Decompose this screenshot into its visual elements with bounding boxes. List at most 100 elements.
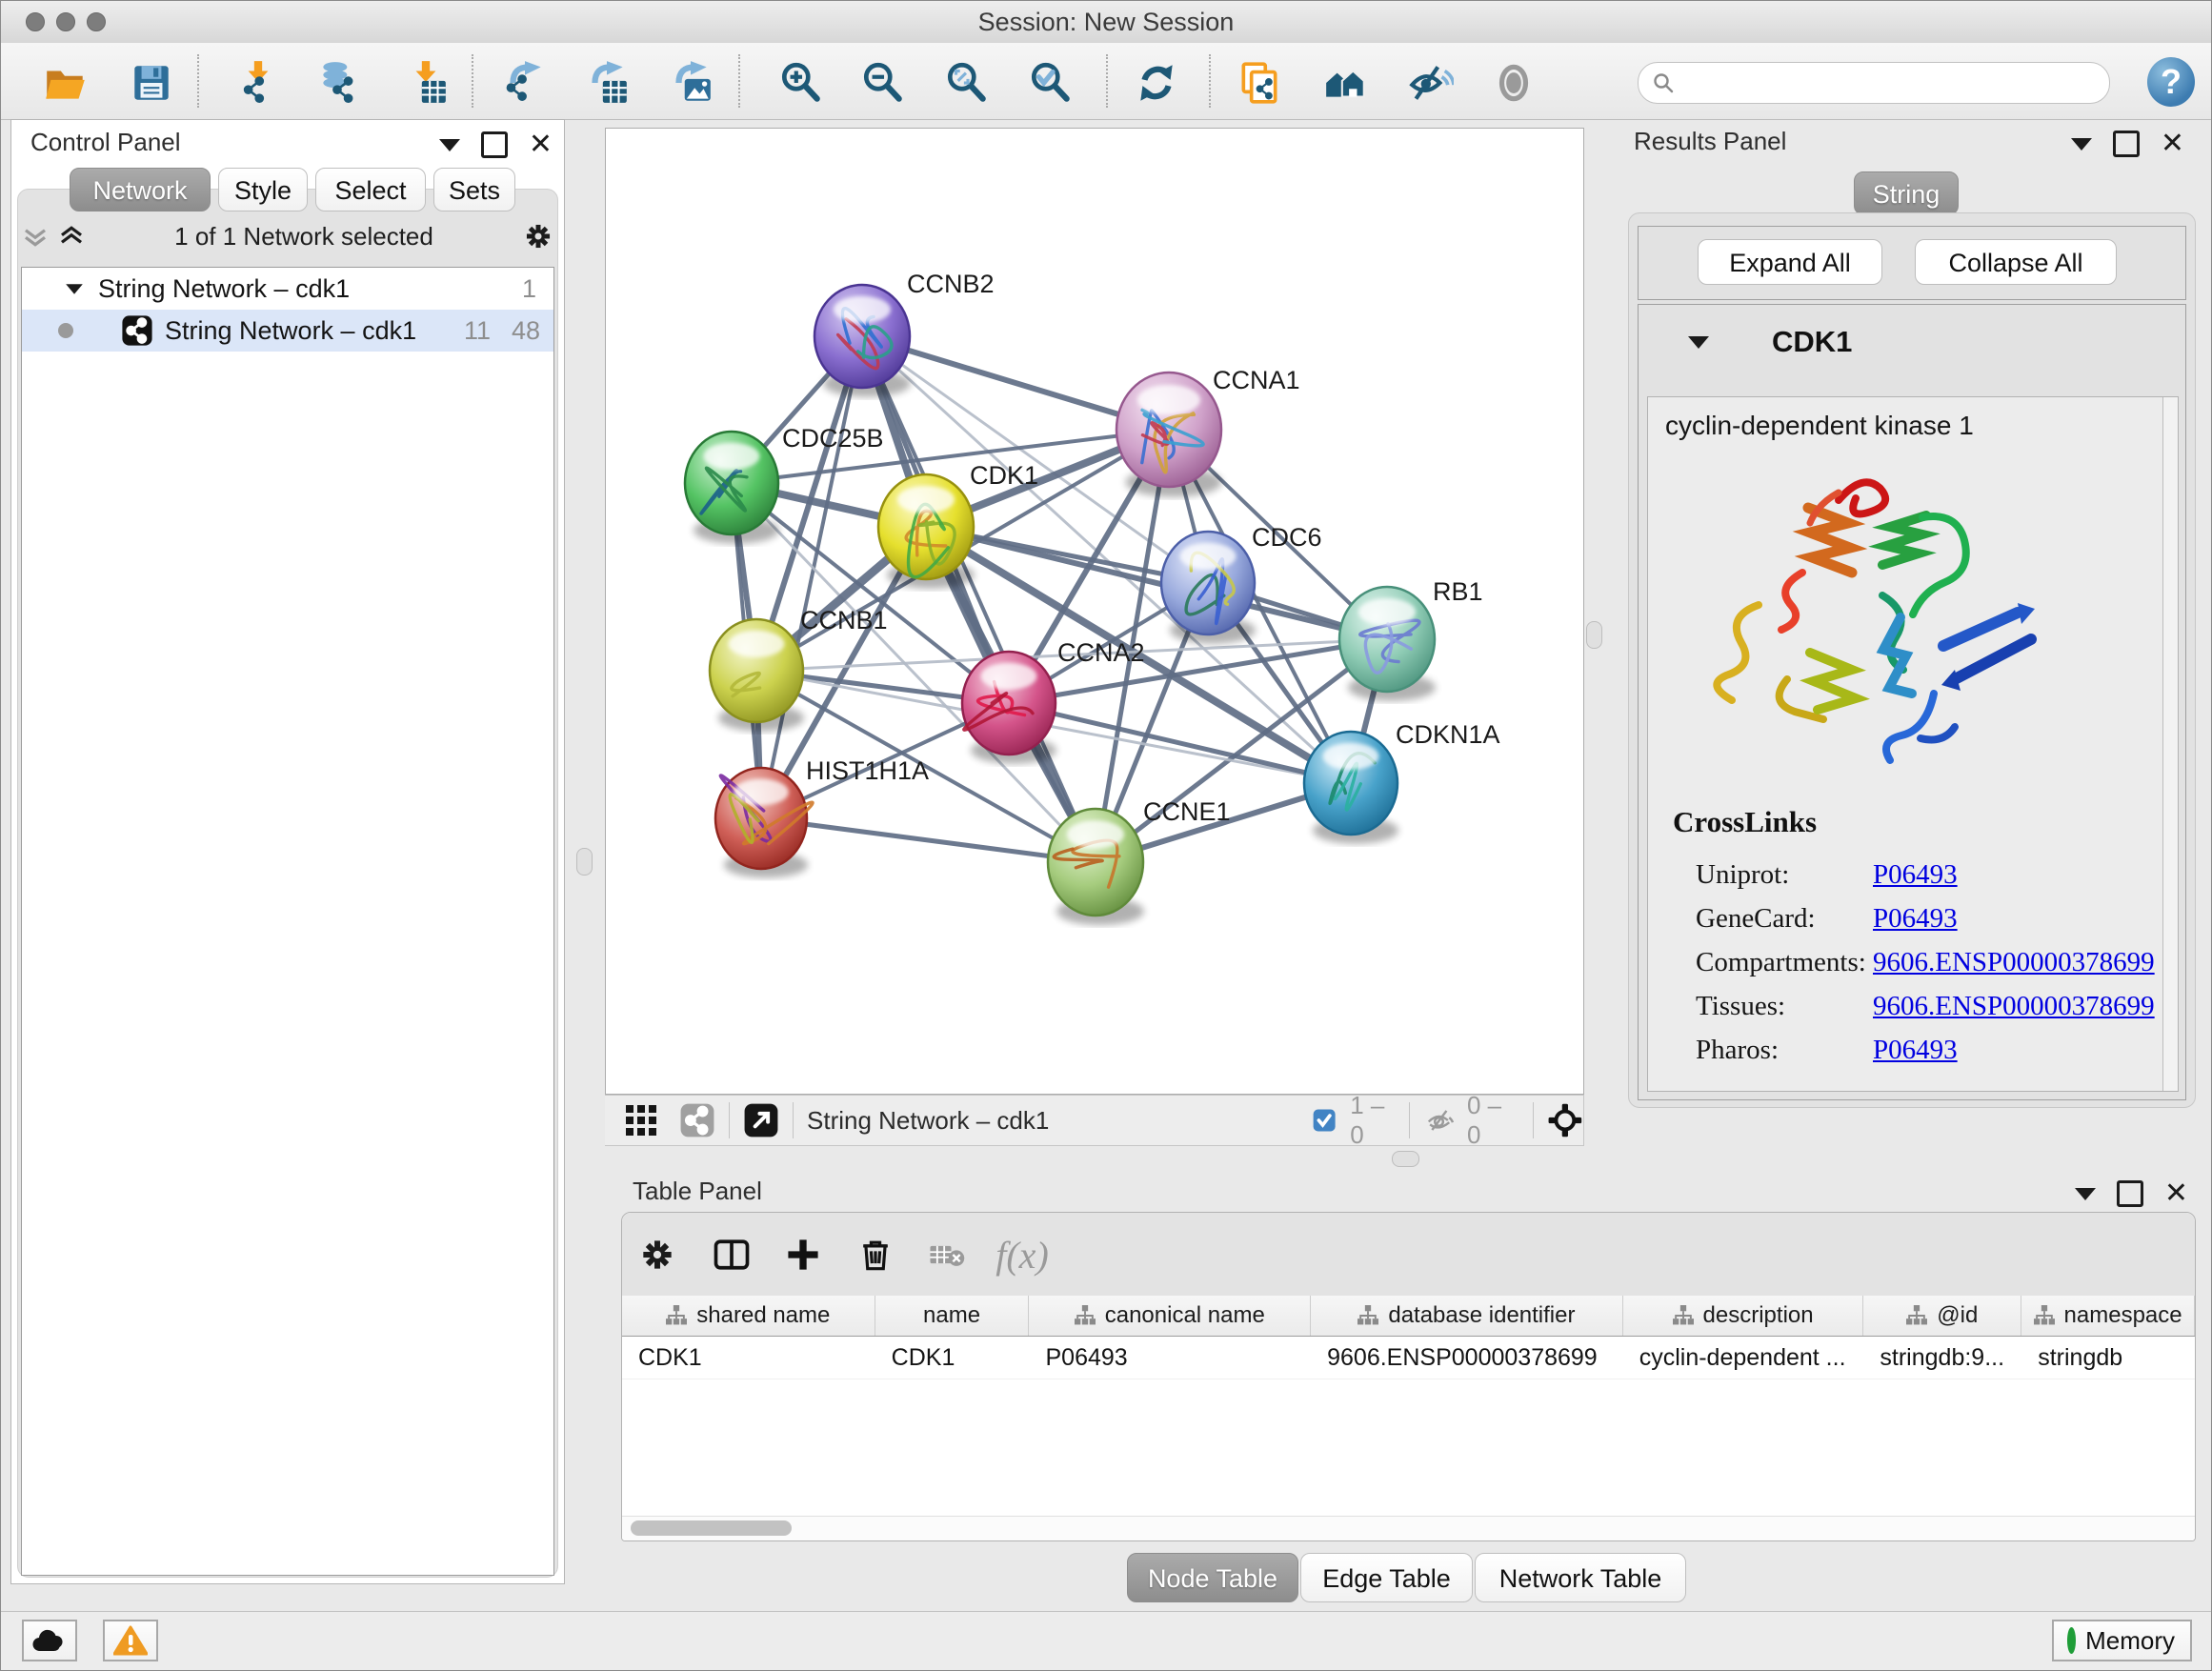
cloud-status-button[interactable]: [22, 1620, 77, 1661]
birds-eye-view-icon[interactable]: [679, 1102, 715, 1138]
expand-all-button[interactable]: Expand All: [1698, 239, 1882, 285]
export-table-button[interactable]: [581, 57, 633, 109]
tab-network-table[interactable]: Network Table: [1475, 1553, 1686, 1602]
fit-content-crosshair-icon[interactable]: [1547, 1098, 1583, 1142]
node-CDK1[interactable]: CDK1: [878, 461, 1038, 589]
function-builder-button[interactable]: f(x): [999, 1232, 1045, 1278]
scrollbar-thumb[interactable]: [631, 1520, 792, 1536]
node-label-CDC25B: CDC25B: [782, 424, 884, 453]
show-graphics-details-button[interactable]: [1488, 57, 1539, 109]
cell-description[interactable]: cyclin-dependent ...: [1623, 1337, 1864, 1379]
zoom-in-button[interactable]: [775, 57, 827, 109]
tab-sets[interactable]: Sets: [433, 168, 515, 211]
crosslink-link[interactable]: P06493: [1873, 859, 1958, 891]
entry-collapse-icon[interactable]: [1688, 336, 1709, 349]
panel-close-icon[interactable]: ✕: [529, 134, 553, 155]
collapse-all-button[interactable]: Collapse All: [1915, 239, 2117, 285]
grid-view-icon[interactable]: [624, 1103, 658, 1137]
gear-button[interactable]: [634, 1232, 680, 1278]
column-header-namespace[interactable]: namespace: [2021, 1296, 2195, 1336]
horizontal-splitter-handle[interactable]: [1392, 1151, 1419, 1167]
crosslink-link[interactable]: P06493: [1873, 903, 1958, 935]
cell-shared-name[interactable]: CDK1: [622, 1337, 875, 1379]
column-header--id[interactable]: @id: [1863, 1296, 2021, 1336]
tab-edge-table[interactable]: Edge Table: [1300, 1553, 1473, 1602]
node-RB1[interactable]: RB1: [1339, 577, 1483, 701]
node-CCNB1[interactable]: CCNB1: [710, 606, 888, 732]
tab-network[interactable]: Network: [70, 168, 211, 211]
edge-HIST1H1A-CCNE1[interactable]: [761, 818, 1096, 862]
expand-all-networks-icon[interactable]: [57, 222, 86, 251]
tab-style[interactable]: Style: [218, 168, 308, 211]
tab-select[interactable]: Select: [315, 168, 426, 211]
cell-namespace[interactable]: stringdb: [2021, 1337, 2195, 1379]
right-splitter-handle[interactable]: [1586, 621, 1602, 649]
cell-canonical-name[interactable]: P06493: [1029, 1337, 1311, 1379]
crosslink-link[interactable]: 9606.ENSP00000378699: [1873, 947, 2155, 978]
tab-node-table[interactable]: Node Table: [1127, 1553, 1298, 1602]
zoom-out-button[interactable]: [857, 57, 909, 109]
column-header-name[interactable]: name: [875, 1296, 1030, 1336]
refresh-button[interactable]: [1131, 57, 1182, 109]
node-HIST1H1A[interactable]: HIST1H1A: [715, 756, 929, 878]
delete-column-button[interactable]: [853, 1232, 898, 1278]
table-horizontal-scrollbar[interactable]: [622, 1516, 2195, 1540]
edge-CCNB2-HIST1H1A[interactable]: [761, 336, 862, 818]
panel-float-icon[interactable]: [2117, 1180, 2143, 1207]
export-network-button[interactable]: [499, 57, 551, 109]
detach-view-icon[interactable]: [743, 1102, 779, 1138]
node-CDKN1A[interactable]: CDKN1A: [1304, 720, 1500, 844]
node-CCNA1[interactable]: CCNA1: [1116, 366, 1300, 497]
import-table-button[interactable]: [400, 57, 452, 109]
panel-menu-icon[interactable]: [2075, 1188, 2096, 1200]
split-columns-button[interactable]: [709, 1232, 754, 1278]
collapse-all-networks-icon[interactable]: [21, 222, 50, 251]
node-CDC6[interactable]: CDC6: [1161, 523, 1322, 644]
selected-checkbox-icon[interactable]: [1312, 1105, 1337, 1136]
panel-close-icon[interactable]: ✕: [2164, 1183, 2188, 1204]
help-button[interactable]: ?: [2147, 57, 2195, 107]
network-row-selected[interactable]: String Network – cdk1 11 48: [22, 310, 553, 352]
node-CCNB2[interactable]: CCNB2: [814, 270, 995, 397]
panel-close-icon[interactable]: ✕: [2161, 133, 2184, 154]
table-row[interactable]: CDK1CDK1P064939606.ENSP00000378699cyclin…: [622, 1337, 2195, 1379]
network-snapshot-button[interactable]: [1234, 57, 1285, 109]
import-database-button[interactable]: [313, 57, 365, 109]
add-column-button[interactable]: [780, 1232, 826, 1278]
warning-status-button[interactable]: [103, 1620, 158, 1661]
collection-expand-icon[interactable]: [66, 284, 83, 293]
panel-menu-icon[interactable]: [439, 139, 460, 151]
tab-string[interactable]: String: [1854, 171, 1959, 215]
crosslink-link[interactable]: 9606.ENSP00000378699: [1873, 991, 2155, 1022]
network-canvas[interactable]: CCNB2 CCNA1 CDC25B CDK1 CDC6 RB1 CCNB1: [605, 128, 1584, 1095]
network-collection-row[interactable]: String Network – cdk1 1: [22, 268, 553, 310]
column-header-description[interactable]: description: [1623, 1296, 1864, 1336]
panel-float-icon[interactable]: [481, 131, 508, 158]
zoom-selected-button[interactable]: [1025, 57, 1076, 109]
cell-database-identifier[interactable]: 9606.ENSP00000378699: [1311, 1337, 1623, 1379]
delete-table-button[interactable]: [923, 1232, 969, 1278]
save-session-button[interactable]: [126, 57, 177, 109]
panel-float-icon[interactable]: [2113, 131, 2140, 157]
column-header-database-identifier[interactable]: database identifier: [1311, 1296, 1623, 1336]
panel-menu-icon[interactable]: [2071, 138, 2092, 151]
open-session-button[interactable]: [40, 57, 91, 109]
column-header-shared-name[interactable]: shared name: [622, 1296, 875, 1336]
cell-name[interactable]: CDK1: [875, 1337, 1030, 1379]
search-input[interactable]: [1675, 70, 2109, 96]
zoom-fit-button[interactable]: [941, 57, 993, 109]
crosslink-link[interactable]: P06493: [1873, 1035, 1958, 1066]
column-header-canonical-name[interactable]: canonical name: [1029, 1296, 1311, 1336]
export-image-button[interactable]: [665, 57, 716, 109]
cell--id[interactable]: stringdb:9...: [1863, 1337, 2021, 1379]
network-graph[interactable]: CCNB2 CCNA1 CDC25B CDK1 CDC6 RB1 CCNB1: [606, 129, 1583, 1094]
network-options-gear-icon[interactable]: [522, 220, 554, 252]
memory-button[interactable]: Memory: [2052, 1620, 2192, 1661]
import-network-button[interactable]: [232, 57, 284, 109]
search-box[interactable]: [1638, 62, 2110, 104]
hide-graphics-details-button[interactable]: [1404, 57, 1456, 109]
left-splitter-handle[interactable]: [576, 848, 593, 876]
node-CCNE1[interactable]: CCNE1: [1048, 797, 1231, 925]
first-neighbors-button[interactable]: [1320, 57, 1372, 109]
results-scrollbar[interactable]: [2162, 397, 2178, 1091]
